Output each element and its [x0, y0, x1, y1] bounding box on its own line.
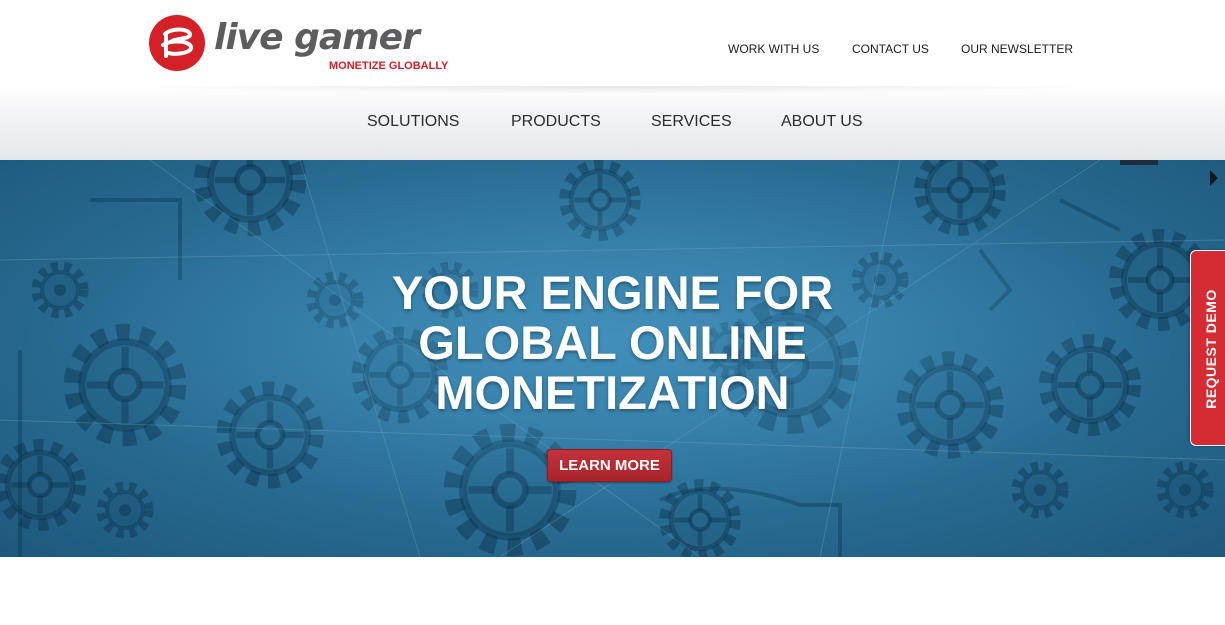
site-header: live gamer MONETIZE GLOBALLY WORK WITH U…	[0, 0, 1225, 160]
main-nav-bar	[0, 86, 1225, 160]
top-nav: WORK WITH US CONTACT US OUR NEWSLETTER	[0, 42, 1225, 58]
hero-title-line: YOUR ENGINE FOR	[391, 266, 834, 319]
main-nav-solutions[interactable]: SOLUTIONS	[367, 113, 459, 131]
top-nav-contact-us[interactable]: CONTACT US	[852, 42, 929, 56]
learn-more-button[interactable]: LEARN MORE	[547, 449, 672, 482]
main-nav-divider	[120, 86, 1105, 94]
slide-indicator[interactable]	[1120, 160, 1158, 165]
main-nav-services[interactable]: SERVICES	[651, 113, 732, 131]
top-nav-work-with-us[interactable]: WORK WITH US	[728, 42, 819, 56]
main-nav-about-us[interactable]: ABOUT US	[781, 113, 863, 131]
hero-title-line: GLOBAL ONLINE	[418, 316, 807, 369]
request-demo-tab[interactable]: REQUEST DEMO	[1190, 250, 1225, 446]
hero-title-line: MONETIZATION	[435, 366, 790, 419]
next-slide-arrow-icon[interactable]	[1210, 170, 1218, 186]
top-nav-our-newsletter[interactable]: OUR NEWSLETTER	[961, 42, 1073, 56]
brand-tagline: MONETIZE GLOBALLY	[329, 60, 449, 72]
request-demo-label: REQUEST DEMO	[1203, 289, 1219, 409]
hero-banner: YOUR ENGINE FOR GLOBAL ONLINE MONETIZATI…	[0, 160, 1225, 557]
main-nav-products[interactable]: PRODUCTS	[511, 113, 601, 131]
hero-title: YOUR ENGINE FOR GLOBAL ONLINE MONETIZATI…	[300, 268, 925, 418]
